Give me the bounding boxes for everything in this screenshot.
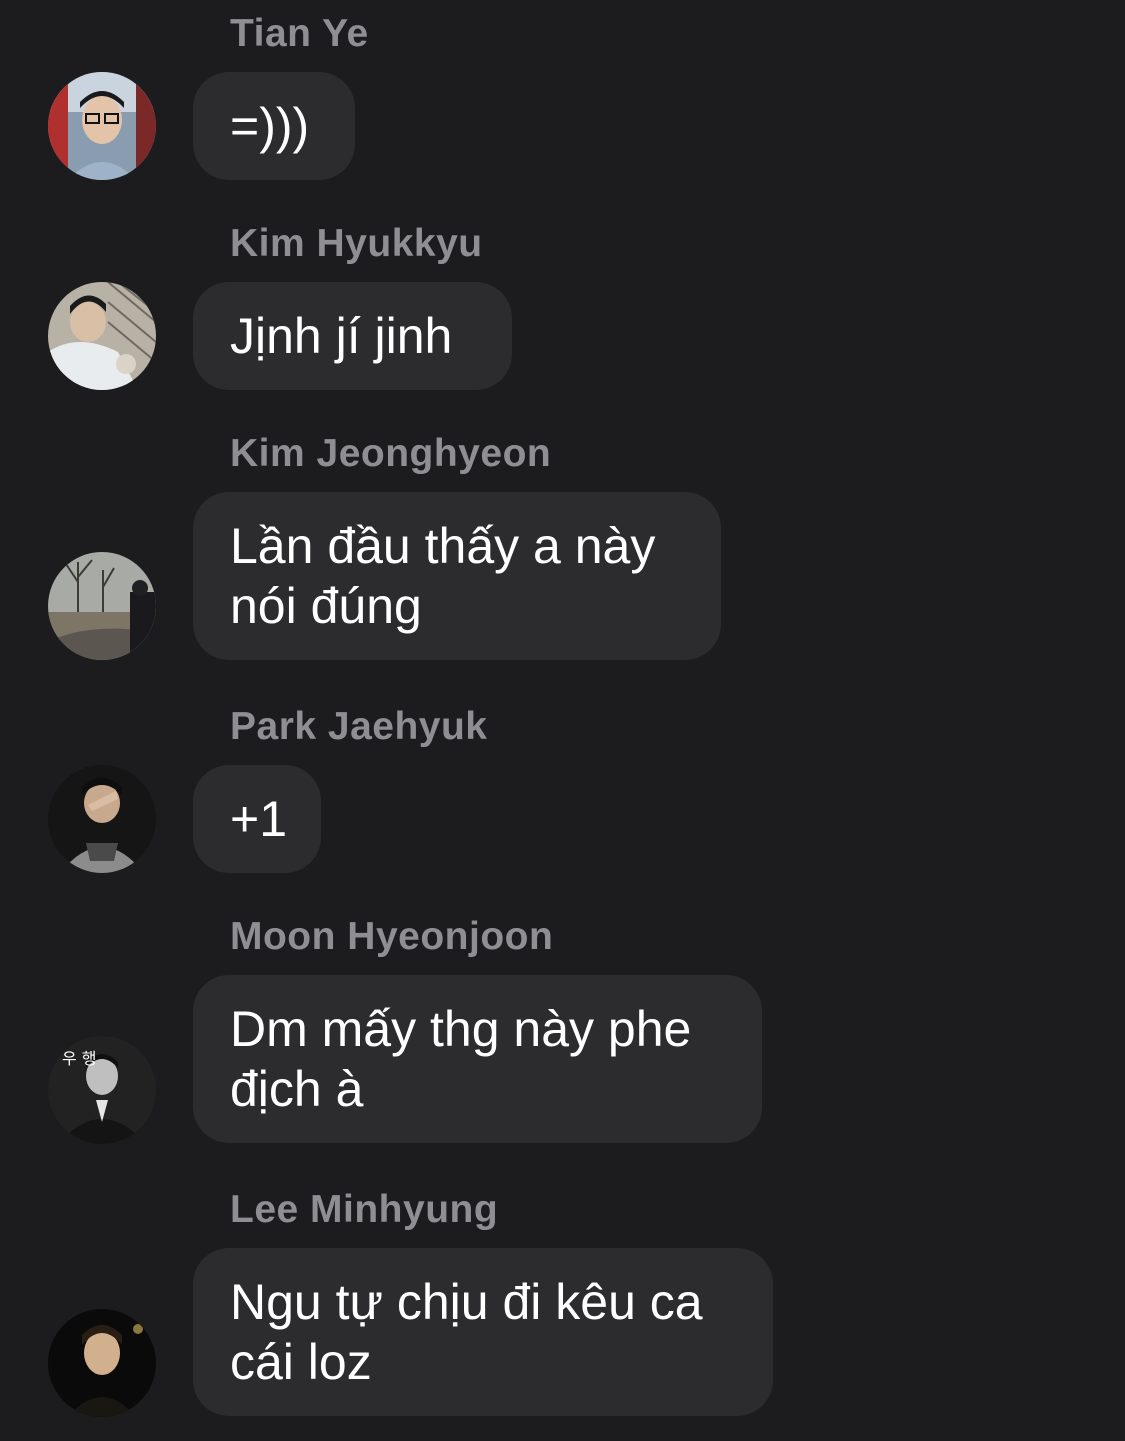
avatar-lee-minhyung[interactable] xyxy=(48,1309,156,1417)
message-text: Ngu tự chịu đi kêu ca cái loz xyxy=(230,1274,703,1390)
message-text: +1 xyxy=(230,791,288,847)
sender-name: Tian Ye xyxy=(230,12,369,55)
avatar-tian-ye[interactable] xyxy=(48,72,156,180)
avatar-caption: 우 행 xyxy=(62,1049,97,1068)
avatar-kim-hyukkyu[interactable] xyxy=(48,282,156,390)
message-bubble[interactable]: +1 xyxy=(193,765,321,873)
message-bubble[interactable]: Jịnh jí jinh xyxy=(193,282,512,390)
message-bubble[interactable]: =))) xyxy=(193,72,355,180)
avatar-park-jaehyuk[interactable] xyxy=(48,765,156,873)
sender-name: Lee Minhyung xyxy=(230,1188,499,1231)
chat-thread: Tian Ye =))) Kim Hyukkyu Jịnh jí jinh Ki… xyxy=(0,0,1125,1441)
sender-name: Kim Hyukkyu xyxy=(230,222,483,265)
message-text: Dm mấy thg này phe địch à xyxy=(230,1001,692,1117)
message-text: =))) xyxy=(230,98,310,154)
message-text: Lần đầu thấy a này nói đúng xyxy=(230,518,656,634)
avatar-kim-jeonghyeon[interactable] xyxy=(48,552,156,660)
message-bubble[interactable]: Ngu tự chịu đi kêu ca cái loz xyxy=(193,1248,773,1416)
message-text: Jịnh jí jinh xyxy=(230,308,453,364)
message-bubble[interactable]: Lần đầu thấy a này nói đúng xyxy=(193,492,721,660)
sender-name: Kim Jeonghyeon xyxy=(230,432,552,475)
message-bubble[interactable]: Dm mấy thg này phe địch à xyxy=(193,975,762,1143)
sender-name: Moon Hyeonjoon xyxy=(230,915,554,958)
avatar-moon-hyeonjoon[interactable]: 우 행 xyxy=(48,1036,156,1144)
sender-name: Park Jaehyuk xyxy=(230,705,488,748)
